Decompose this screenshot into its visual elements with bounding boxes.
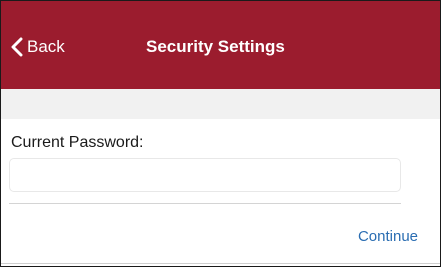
current-password-label: Current Password:	[11, 134, 144, 151]
page-title: Security Settings	[146, 37, 285, 56]
chevron-left-icon	[11, 37, 23, 57]
current-password-input[interactable]	[9, 158, 401, 192]
navigation-bar: Back Security Settings	[1, 1, 440, 89]
app-screen: Back Security Settings Current Password:…	[0, 0, 441, 267]
section-header-spacer	[1, 89, 440, 119]
divider	[9, 203, 401, 204]
bottom-divider	[1, 263, 440, 264]
back-label: Back	[27, 37, 65, 56]
back-button[interactable]: Back	[11, 35, 65, 59]
continue-button[interactable]: Continue	[358, 228, 418, 245]
